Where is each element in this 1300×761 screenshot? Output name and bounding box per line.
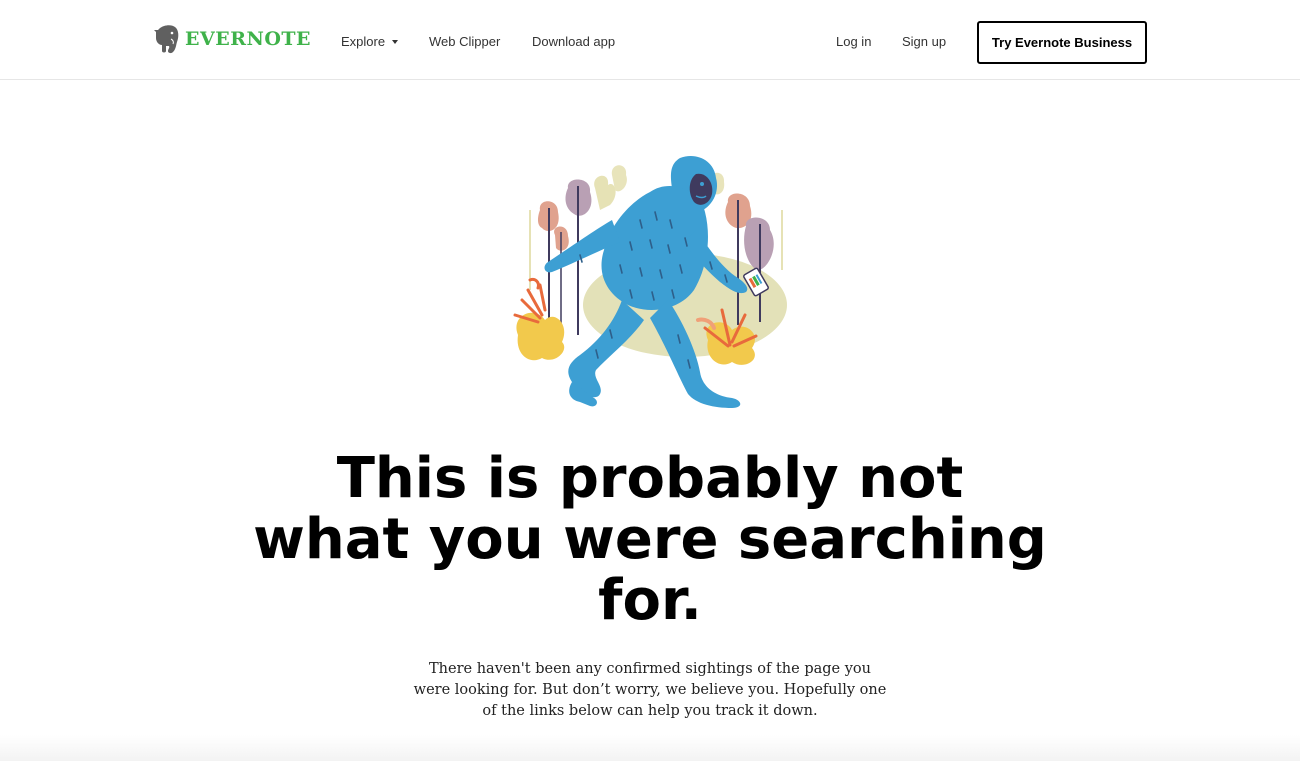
bottom-fade: [0, 735, 1300, 761]
site-header: EVERNOTE Explore Web Clipper Download ap…: [0, 0, 1300, 80]
logo-wordmark: EVERNOTE: [185, 28, 312, 50]
nav-explore-label: Explore: [341, 34, 386, 49]
page-headline: This is probably not what you were searc…: [253, 446, 1047, 633]
nav-explore[interactable]: Explore: [341, 33, 399, 51]
elephant-logo-icon: [154, 24, 180, 54]
evernote-logo[interactable]: EVERNOTE: [154, 24, 311, 54]
signup-link[interactable]: Sign up: [902, 33, 946, 51]
login-link[interactable]: Log in: [836, 33, 871, 51]
nav-web-clipper[interactable]: Web Clipper: [429, 33, 500, 51]
nav-download-app[interactable]: Download app: [532, 33, 615, 51]
bigfoot-illustration: [500, 150, 800, 415]
try-business-button[interactable]: Try Evernote Business: [977, 21, 1147, 64]
page-subtext: There haven't been any confirmed sightin…: [413, 661, 887, 719]
chevron-down-icon: [392, 39, 399, 44]
